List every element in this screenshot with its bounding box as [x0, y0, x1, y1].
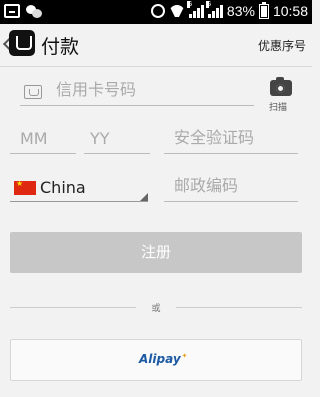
dropdown-indicator-icon — [140, 193, 148, 201]
cvv-placeholder: 安全验证码 — [174, 128, 255, 147]
card-number-input[interactable]: 信用卡号码 — [20, 78, 254, 106]
screenshot-box-icon — [4, 4, 20, 18]
country-select[interactable]: China — [10, 174, 148, 202]
postal-code-input[interactable]: 邮政编码 — [164, 174, 298, 202]
battery-percent: 83% — [226, 3, 255, 19]
alipay-logo: Alipay — [139, 352, 188, 366]
year-placeholder: YY — [90, 129, 110, 148]
or-label: 或 — [151, 304, 161, 314]
status-bar: G G 83% 10:58 — [0, 0, 312, 24]
divider-line — [10, 307, 136, 308]
uber-logo-icon[interactable] — [9, 30, 35, 56]
card-number-placeholder: 信用卡号码 — [56, 80, 137, 99]
postal-placeholder: 邮政编码 — [174, 176, 239, 195]
divider-line — [176, 307, 302, 308]
header-divider — [0, 66, 312, 67]
network-type-label: G — [205, 0, 212, 8]
cvv-input[interactable]: 安全验证码 — [164, 126, 298, 154]
network-type-label: G — [186, 0, 193, 8]
battery-icon — [258, 1, 269, 19]
credit-card-icon — [24, 85, 42, 99]
signal-icon: G — [186, 0, 204, 18]
china-flag-icon — [14, 179, 36, 195]
expiry-year-input[interactable]: YY — [84, 126, 150, 154]
promo-code-button[interactable]: 优惠序号 — [258, 37, 306, 54]
page-title: 付款 — [41, 36, 80, 58]
alipay-button[interactable]: Alipay — [10, 339, 302, 381]
camera-icon — [270, 77, 292, 96]
expiry-month-input[interactable]: MM — [10, 126, 76, 154]
clock: 10:58 — [272, 3, 308, 19]
register-button[interactable]: 注册 — [10, 232, 302, 273]
app-header: 付款 优惠序号 — [0, 24, 312, 66]
scan-card-button[interactable]: 扫描 — [266, 77, 296, 114]
chat-bubble-icon — [26, 4, 42, 18]
signal-icon: G — [205, 0, 223, 18]
alarm-icon — [150, 4, 165, 18]
wifi-icon — [169, 5, 185, 17]
month-placeholder: MM — [20, 129, 48, 148]
country-value: China — [40, 178, 86, 197]
scan-label: 扫描 — [269, 103, 288, 113]
or-divider: 或 — [10, 301, 302, 314]
